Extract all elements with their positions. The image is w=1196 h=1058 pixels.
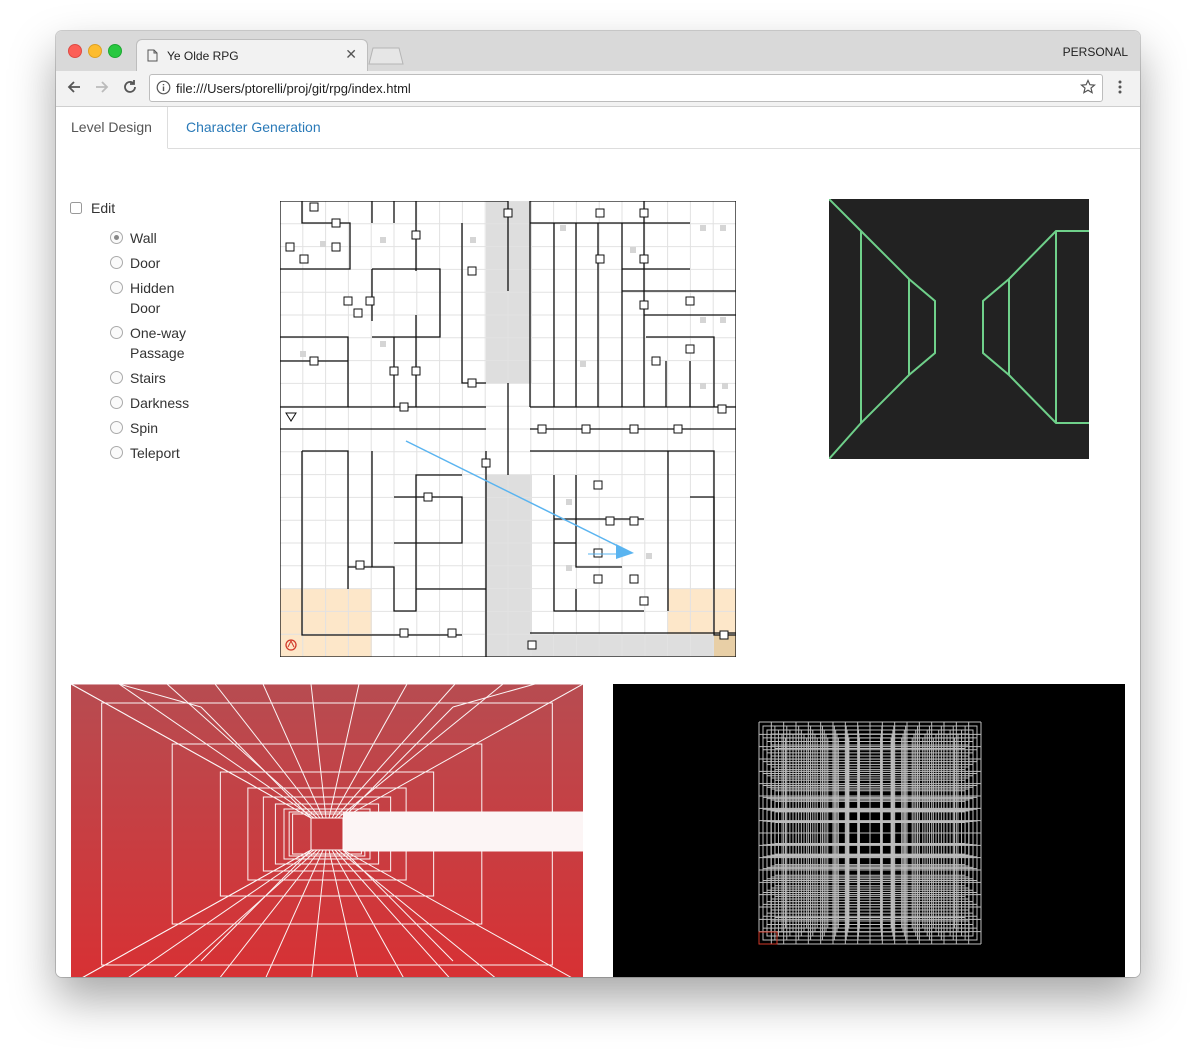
tool-label: Teleport [130,445,180,461]
radio-button[interactable] [110,256,123,269]
browser-tab[interactable]: Ye Olde RPG ✕ [136,39,368,72]
radio-button[interactable] [110,446,123,459]
radio-button[interactable] [110,281,123,294]
zoom-window-button[interactable] [108,44,122,58]
reload-icon[interactable] [122,79,138,95]
document-icon [147,49,158,62]
radio-button[interactable] [110,231,123,244]
new-tab-button[interactable] [368,47,404,65]
level-map-grid[interactable] [280,201,736,657]
back-arrow-icon[interactable] [66,79,82,95]
radio-button[interactable] [110,326,123,339]
browser-toolbar: file:///Users/ptorelli/proj/git/rpg/inde… [56,71,1140,107]
app-tab-bar: Level Design Character Generation [56,107,1140,149]
tab-level-design[interactable]: Level Design [56,107,168,149]
url-text[interactable]: file:///Users/ptorelli/proj/git/rpg/inde… [176,81,411,96]
minimize-window-button[interactable] [88,44,102,58]
tab-character-generation[interactable]: Character Generation [171,107,336,148]
first-person-wireframe-view [829,199,1089,459]
tool-label: Door [130,255,161,271]
3d-corridor-view [71,684,583,977]
edit-label: Edit [91,200,116,216]
edit-checkbox[interactable] [70,202,82,214]
page-content: Level Design Character Generation Edit W… [56,107,1140,977]
tool-label: Hidden Door [130,280,175,316]
title-bar: Ye Olde RPG ✕ PERSONAL [56,31,1140,72]
forward-arrow-icon[interactable] [94,79,110,95]
info-icon[interactable] [156,80,171,95]
tool-label: Wall [130,230,157,246]
radio-button[interactable] [110,396,123,409]
tool-label: One-way Passage [130,325,187,361]
3d-grid-overview [613,684,1125,977]
tab-title: Ye Olde RPG [167,49,239,63]
address-bar[interactable]: file:///Users/ptorelli/proj/git/rpg/inde… [149,74,1103,102]
browser-window: Ye Olde RPG ✕ PERSONAL file:///Users/pto… [56,31,1140,977]
tool-label: Stairs [130,370,166,386]
profile-name[interactable]: PERSONAL [1063,45,1128,59]
radio-button[interactable] [110,421,123,434]
browser-menu-icon[interactable] [1117,79,1123,95]
close-tab-icon[interactable]: ✕ [345,46,357,63]
radio-button[interactable] [110,371,123,384]
tool-label: Spin [130,420,159,436]
close-window-button[interactable] [68,44,82,58]
tool-label: Darkness [130,395,190,411]
bookmark-star-icon[interactable] [1080,79,1096,95]
